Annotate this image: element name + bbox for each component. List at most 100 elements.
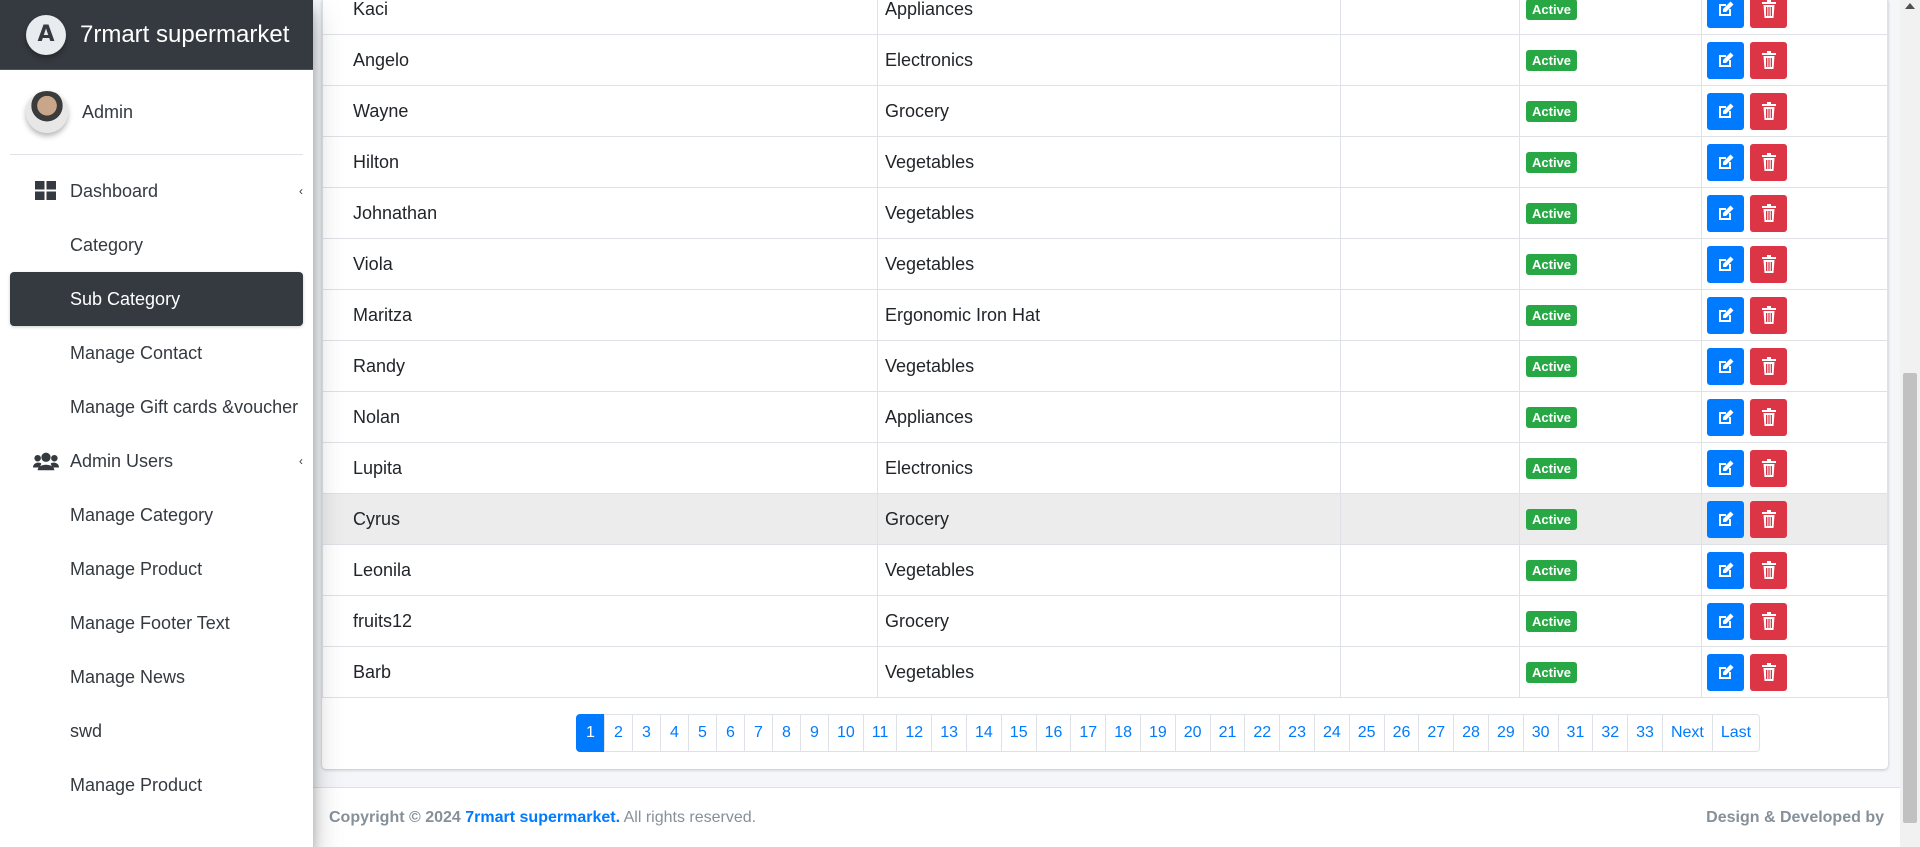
- sidebar-item-manage-product[interactable]: Manage Product: [10, 542, 303, 596]
- edit-button[interactable]: [1707, 143, 1744, 181]
- edit-icon: [1717, 459, 1735, 477]
- next-page-link[interactable]: Next: [1661, 714, 1713, 752]
- delete-button[interactable]: [1750, 92, 1788, 130]
- edit-button[interactable]: [1707, 296, 1744, 334]
- page-link-11[interactable]: 11: [862, 714, 898, 752]
- edit-button[interactable]: [1707, 0, 1744, 28]
- page-link-12[interactable]: 12: [896, 714, 933, 752]
- last-page-link[interactable]: Last: [1711, 714, 1761, 752]
- page-link-8[interactable]: 8: [772, 714, 801, 752]
- status-badge[interactable]: Active: [1526, 508, 1578, 531]
- company-link[interactable]: 7rmart supermarket.: [465, 809, 620, 826]
- page-link-4[interactable]: 4: [660, 714, 689, 752]
- status-badge[interactable]: Active: [1526, 202, 1578, 225]
- status-badge[interactable]: Active: [1526, 304, 1578, 327]
- page-link-25[interactable]: 25: [1348, 714, 1385, 752]
- page-link-6[interactable]: 6: [716, 714, 745, 752]
- page-link-17[interactable]: 17: [1070, 714, 1107, 752]
- sidebar-item-admin-users[interactable]: Admin Users ‹: [10, 434, 303, 488]
- page-link-33[interactable]: 33: [1627, 714, 1663, 752]
- brand-link[interactable]: A 7rmart supermarket: [0, 0, 313, 70]
- page-link-21[interactable]: 21: [1209, 714, 1246, 752]
- page-link-20[interactable]: 20: [1174, 714, 1211, 752]
- page-link-27[interactable]: 27: [1418, 714, 1455, 752]
- delete-button[interactable]: [1750, 347, 1788, 385]
- edit-button[interactable]: [1707, 500, 1744, 538]
- edit-button[interactable]: [1707, 41, 1744, 79]
- edit-button[interactable]: [1707, 194, 1744, 232]
- vertical-scrollbar[interactable]: [1900, 0, 1920, 847]
- status-badge[interactable]: Active: [1526, 0, 1578, 21]
- delete-button[interactable]: [1750, 194, 1788, 232]
- page-link-18[interactable]: 18: [1105, 714, 1141, 752]
- page-link-29[interactable]: 29: [1487, 714, 1524, 752]
- page-link-15[interactable]: 15: [1000, 714, 1037, 752]
- edit-button[interactable]: [1707, 245, 1744, 283]
- edit-button[interactable]: [1707, 551, 1744, 589]
- page-link-28[interactable]: 28: [1453, 714, 1489, 752]
- delete-button[interactable]: [1750, 500, 1788, 538]
- page-link-19[interactable]: 19: [1139, 714, 1176, 752]
- edit-button[interactable]: [1707, 653, 1744, 691]
- page-link-30[interactable]: 30: [1522, 714, 1559, 752]
- delete-button[interactable]: [1750, 296, 1788, 334]
- scroll-thumb[interactable]: [1903, 373, 1917, 823]
- status-badge[interactable]: Active: [1526, 559, 1578, 582]
- page-link-7[interactable]: 7: [744, 714, 773, 752]
- sidebar-item-manage-contact[interactable]: Manage Contact: [10, 326, 303, 380]
- page-link-23[interactable]: 23: [1279, 714, 1315, 752]
- sidebar-item-manage-product[interactable]: Manage Product: [10, 758, 303, 812]
- page-link-13[interactable]: 13: [931, 714, 967, 752]
- page-link-31[interactable]: 31: [1557, 714, 1594, 752]
- cell-category: Vegetables: [877, 544, 1341, 596]
- page-link-1[interactable]: 1: [576, 714, 605, 752]
- status-badge[interactable]: Active: [1526, 457, 1578, 480]
- status-badge[interactable]: Active: [1526, 355, 1578, 378]
- delete-button[interactable]: [1750, 245, 1788, 283]
- sidebar-item-category[interactable]: Category: [10, 218, 303, 272]
- delete-button[interactable]: [1750, 653, 1788, 691]
- status-badge[interactable]: Active: [1526, 253, 1578, 276]
- sidebar-item-manage-footer-text[interactable]: Manage Footer Text: [10, 596, 303, 650]
- delete-button[interactable]: [1750, 143, 1788, 181]
- sidebar-item-swd[interactable]: swd: [10, 704, 303, 758]
- sidebar-item-manage-category[interactable]: Manage Category: [10, 488, 303, 542]
- page-link-3[interactable]: 3: [632, 714, 661, 752]
- delete-button[interactable]: [1750, 0, 1788, 28]
- trash-icon: [1761, 612, 1777, 630]
- edit-button[interactable]: [1707, 449, 1744, 487]
- page-link-5[interactable]: 5: [688, 714, 717, 752]
- page-link-22[interactable]: 22: [1244, 714, 1281, 752]
- edit-button[interactable]: [1707, 92, 1744, 130]
- page-link-2[interactable]: 2: [604, 714, 633, 752]
- edit-button[interactable]: [1707, 398, 1744, 436]
- status-badge[interactable]: Active: [1526, 151, 1578, 174]
- edit-button[interactable]: [1707, 347, 1744, 385]
- page-link-26[interactable]: 26: [1383, 714, 1420, 752]
- edit-icon: [1717, 51, 1735, 69]
- sidebar-item-manage-gift-cards-voucher[interactable]: Manage Gift cards &voucher: [10, 380, 303, 434]
- status-badge[interactable]: Active: [1526, 661, 1578, 684]
- sidebar-item-dashboard[interactable]: Dashboard ‹: [10, 164, 303, 218]
- page-link-24[interactable]: 24: [1313, 714, 1350, 752]
- status-badge[interactable]: Active: [1526, 100, 1578, 123]
- sidebar-item-sub-category[interactable]: Sub Category: [10, 272, 303, 326]
- user-panel[interactable]: Admin: [10, 70, 303, 155]
- page-link-10[interactable]: 10: [828, 714, 864, 752]
- sidebar-item-manage-news[interactable]: Manage News: [10, 650, 303, 704]
- status-badge[interactable]: Active: [1526, 406, 1578, 429]
- delete-button[interactable]: [1750, 41, 1788, 79]
- delete-button[interactable]: [1750, 602, 1788, 640]
- trash-icon: [1761, 255, 1777, 273]
- delete-button[interactable]: [1750, 398, 1788, 436]
- page-link-16[interactable]: 16: [1035, 714, 1072, 752]
- page-link-14[interactable]: 14: [966, 714, 1002, 752]
- delete-button[interactable]: [1750, 449, 1788, 487]
- status-badge[interactable]: Active: [1526, 610, 1578, 633]
- edit-button[interactable]: [1707, 602, 1744, 640]
- page-link-9[interactable]: 9: [800, 714, 829, 752]
- page-link-32[interactable]: 32: [1592, 714, 1629, 752]
- scroll-up-arrow-icon[interactable]: [1905, 3, 1915, 9]
- status-badge[interactable]: Active: [1526, 49, 1578, 72]
- delete-button[interactable]: [1750, 551, 1788, 589]
